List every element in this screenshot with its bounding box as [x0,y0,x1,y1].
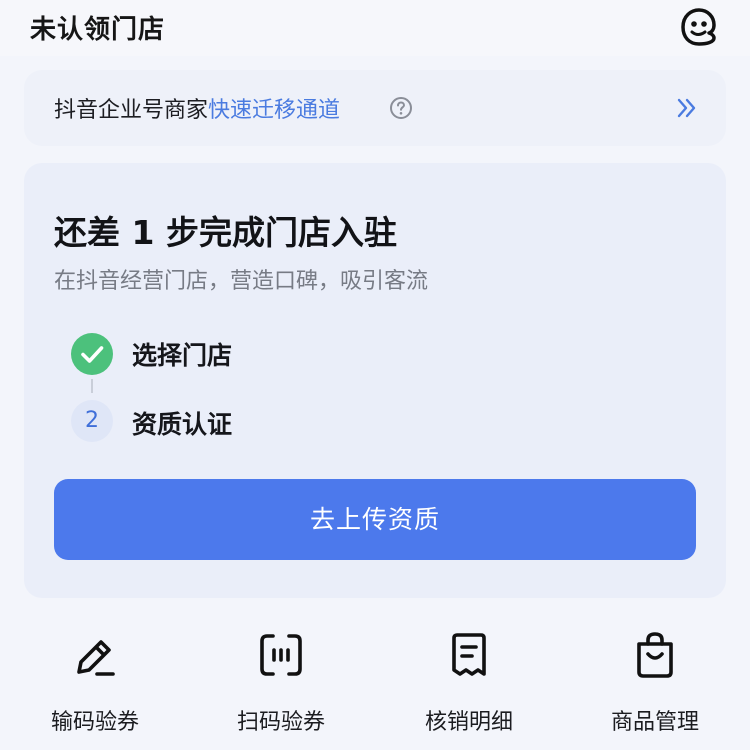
double-chevron-right-icon[interactable] [675,96,699,120]
migration-link[interactable]: 快速迁移通道 [208,98,340,123]
face-icon[interactable] [674,5,720,49]
check-circle-icon [71,333,113,375]
tool-label: 扫码验券 [236,710,325,735]
onboarding-card: 还差 1 步完成门店入驻 在抖音经营门店，营造口碑，吸引客流 2 选择门店 资质… [24,163,726,598]
card-title: 还差 1 步完成门店入驻 [54,213,397,252]
tool-scan-code[interactable]: 扫码验券 [201,630,361,750]
question-circle-icon[interactable] [389,96,413,120]
tool-label: 输码验券 [50,710,139,735]
step-qualification: 资质认证 [132,410,233,439]
banner-prefix: 抖音企业号商家 [54,98,209,123]
scan-icon [257,630,305,680]
upload-qualification-button[interactable]: 去上传资质 [54,479,696,560]
banner-text: 抖音企业号商家快速迁移通道 [54,92,340,124]
step-select-store: 选择门店 [132,341,233,370]
step-number: 2 [71,400,113,442]
tool-product-management[interactable]: 商品管理 [575,630,735,750]
card-subtitle: 在抖音经营门店，营造口碑，吸引客流 [54,269,429,294]
header: 未认领门店 [0,0,750,56]
tool-redemption-details[interactable]: 核销明细 [389,630,549,750]
tool-label: 核销明细 [424,710,513,735]
page: 未认领门店 抖音企业号商家快速迁移通道 还差 1 步完成门店入驻 在抖音经营门店… [0,0,750,750]
receipt-icon [445,630,493,680]
tool-label: 商品管理 [610,710,699,735]
page-title: 未认领门店 [30,15,166,45]
migration-banner[interactable]: 抖音企业号商家快速迁移通道 [24,70,726,146]
shopping-bag-icon [631,630,679,680]
pencil-icon [71,630,119,680]
tool-enter-code[interactable]: 输码验券 [15,630,175,750]
step-connector [91,379,93,393]
